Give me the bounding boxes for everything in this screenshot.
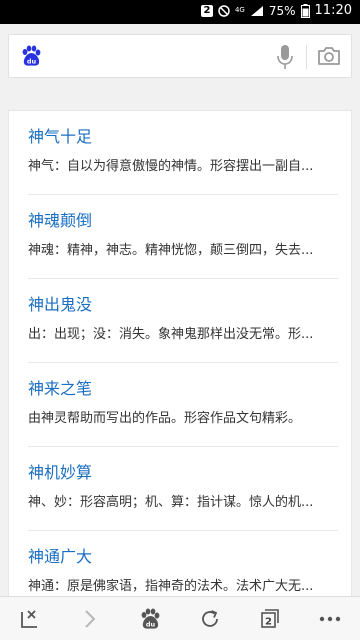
search-divider: [306, 45, 307, 69]
refresh-icon: [202, 609, 218, 627]
result-description: 神通：原是佛家语，指神奇的法术。法术广大无...: [28, 579, 314, 594]
result-title[interactable]: 神来之笔: [28, 375, 92, 399]
browser-toolbar: du 2: [0, 596, 360, 640]
close-page-icon: [21, 609, 37, 628]
close-page-button[interactable]: [10, 599, 50, 639]
battery-percent: 75%: [268, 3, 296, 18]
refresh-button[interactable]: [190, 599, 230, 639]
tabs-button[interactable]: 2: [250, 599, 290, 639]
idiom-results-card: 神气十足 神气：自以为得意傲慢的神情。形容摆出一副自... 神魂颠倒 神魂：精神…: [8, 110, 352, 600]
baidu-paw-icon[interactable]: du: [19, 44, 43, 68]
result-item[interactable]: 神出鬼没 出：出现；没：消失。象神鬼那样出没无常。形...: [9, 279, 351, 363]
more-menu-button[interactable]: [310, 599, 350, 639]
status-bar: 2 4G 75% 11:20: [0, 0, 360, 24]
tab-count: 2: [265, 616, 272, 627]
result-title[interactable]: 神机妙算: [28, 459, 92, 483]
microphone-icon[interactable]: [275, 44, 295, 70]
network-type-label: 4G: [234, 6, 245, 14]
result-title[interactable]: 神魂颠倒: [28, 207, 92, 231]
result-item[interactable]: 神气十足 神气：自以为得意傲慢的神情。形容摆出一副自...: [9, 111, 351, 195]
result-title[interactable]: 神通广大: [28, 543, 92, 567]
search-input[interactable]: du: [8, 34, 352, 78]
notification-badge: 2: [200, 4, 213, 17]
chevron-right-icon: [85, 609, 96, 628]
camera-icon[interactable]: [317, 46, 341, 66]
do-not-disturb-icon: [218, 4, 230, 17]
more-icon: [319, 616, 341, 621]
result-item[interactable]: 神机妙算 神、妙：形容高明；机、算：指计谋。惊人的机...: [9, 447, 351, 531]
result-item[interactable]: 神通广大 神通：原是佛家语，指神奇的法术。法术广大无...: [9, 531, 351, 599]
result-item[interactable]: 神魂颠倒 神魂：精神，神志。精神恍惚，颠三倒四，失去...: [9, 195, 351, 279]
result-title[interactable]: 神气十足: [28, 123, 92, 147]
result-item[interactable]: 神来之笔 由神灵帮助而写出的作品。形容作品文句精彩。: [9, 363, 351, 447]
result-description: 神、妙：形容高明；机、算：指计谋。惊人的机...: [28, 495, 314, 510]
result-description: 神气：自以为得意傲慢的神情。形容摆出一副自...: [28, 159, 314, 174]
forward-button[interactable]: [70, 599, 110, 639]
tabs-icon: 2: [261, 608, 279, 628]
home-logo-text: du: [146, 620, 156, 628]
result-description: 由神灵帮助而写出的作品。形容作品文句精彩。: [28, 411, 302, 426]
home-button[interactable]: du: [130, 599, 170, 639]
result-title[interactable]: 神出鬼没: [28, 291, 92, 315]
battery-icon: [300, 3, 310, 18]
result-description: 神魂：精神，神志。精神恍惚，颠三倒四，失去...: [28, 243, 314, 258]
baidu-home-icon: du: [141, 608, 160, 629]
signal-icon: [250, 5, 264, 17]
baidu-logo-text: du: [27, 58, 37, 66]
search-header: du: [0, 24, 360, 90]
clock: 11:20: [314, 3, 352, 18]
result-description: 出：出现；没：消失。象神鬼那样出没无常。形...: [28, 327, 314, 342]
